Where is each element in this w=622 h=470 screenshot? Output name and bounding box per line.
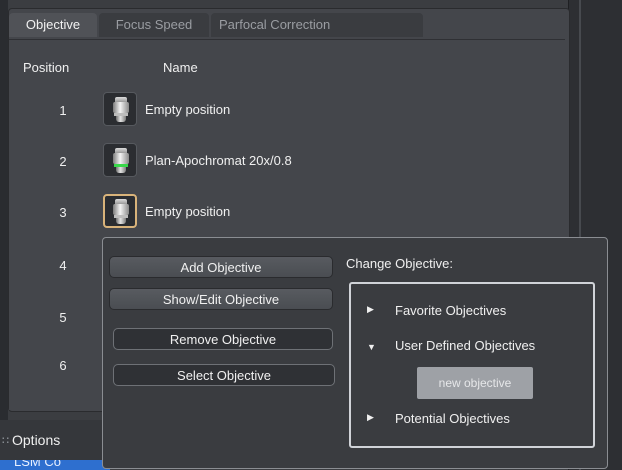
row-position: 1 — [59, 103, 67, 118]
column-header-name: Name — [163, 60, 198, 75]
column-header-position: Position — [23, 60, 70, 75]
tab-bar: Objective Focus Speed Parfocal Correctio… — [9, 9, 423, 39]
tree-item-label: User Defined Objectives — [395, 338, 536, 353]
tab-parfocal-correction[interactable]: Parfocal Correction — [211, 13, 423, 37]
select-objective-button[interactable]: Select Objective — [113, 364, 335, 386]
expand-arrow-icon[interactable]: ▶ — [367, 412, 374, 423]
tree-item-label: Potential Objectives — [395, 411, 510, 426]
show-edit-objective-button[interactable]: Show/Edit Objective — [109, 288, 333, 310]
new-objective-item[interactable]: new objective — [417, 367, 533, 399]
tree-item-label: Favorite Objectives — [395, 303, 507, 318]
remove-objective-button[interactable]: Remove Objective — [113, 328, 333, 350]
row-name: Empty position — [145, 204, 231, 219]
add-objective-button[interactable]: Add Objective — [109, 256, 333, 278]
objective-icon — [113, 199, 129, 225]
expand-arrow-icon[interactable]: ▶ — [367, 304, 374, 315]
objective-icon — [113, 97, 129, 123]
lsm-config-item[interactable]: LSM Co — [0, 460, 110, 470]
row-position: 4 — [59, 258, 67, 273]
collapse-arrow-icon[interactable]: ▼ — [367, 342, 376, 352]
tab-focus-speed[interactable]: Focus Speed — [99, 13, 209, 37]
table-row: 3 Empty position — [9, 194, 565, 232]
tab-objective[interactable]: Objective — [9, 13, 97, 37]
grip-icon: ∷ — [2, 435, 9, 447]
row-position: 3 — [59, 205, 67, 220]
row-name: Plan-Apochromat 20x/0.8 — [145, 153, 292, 168]
objective-tree: ▶ Favorite Objectives ▼ User Defined Obj… — [349, 282, 595, 448]
objective-slot-button[interactable] — [103, 92, 137, 126]
objective-slot-button-selected[interactable] — [103, 194, 137, 228]
options-label: Options — [12, 432, 61, 448]
objective-slot-button[interactable] — [103, 143, 137, 177]
row-position: 5 — [59, 310, 67, 325]
lsm-config-label: LSM Co — [14, 460, 61, 469]
objective-context-menu: Add Objective Show/Edit Objective Remove… — [102, 237, 608, 469]
row-position: 2 — [59, 154, 67, 169]
left-frame — [0, 0, 8, 470]
row-position: 6 — [59, 358, 67, 373]
table-row: 2 Plan-Apochromat 20x/0.8 — [9, 143, 565, 181]
row-name: Empty position — [145, 102, 231, 117]
table-row: 1 Empty position — [9, 92, 565, 130]
change-objective-label: Change Objective: — [346, 256, 453, 271]
objective-icon — [113, 148, 129, 174]
